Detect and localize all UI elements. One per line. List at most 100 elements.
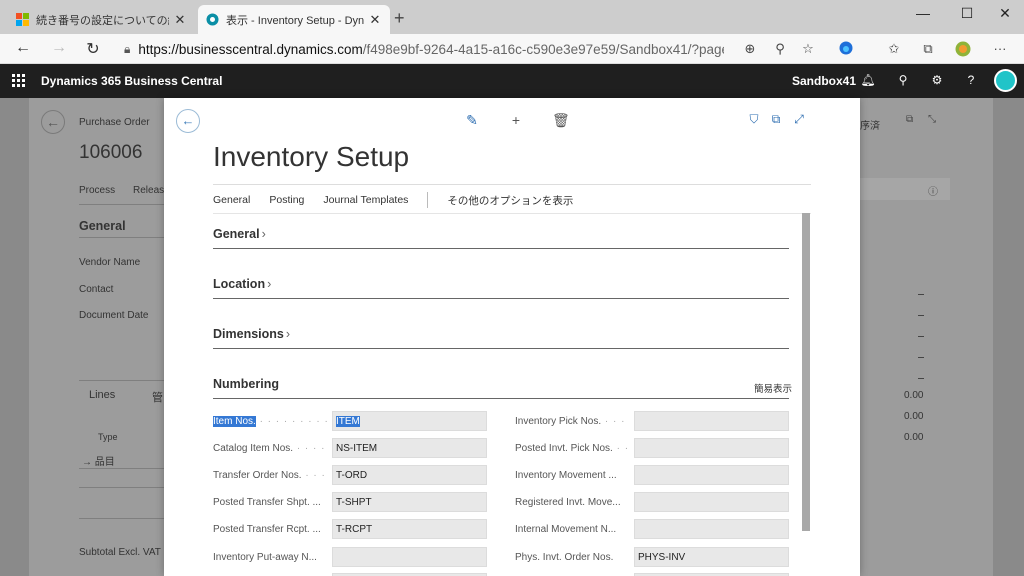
close-icon[interactable]: ✕ xyxy=(368,12,382,28)
section-general[interactable]: General › xyxy=(213,227,789,249)
amount-value: 0.00 xyxy=(904,411,924,422)
chevron-right-icon: › xyxy=(261,227,266,241)
field-label-posted-transfer-shpt: Posted Transfer Shpt. ... xyxy=(213,497,321,508)
section-title: General xyxy=(213,227,260,241)
action-process: Process xyxy=(79,185,116,196)
close-icon[interactable]: ✕ xyxy=(173,12,187,28)
tab-title: 続き番号の設定についての紹介 - Le xyxy=(36,14,169,27)
tab-general[interactable]: General xyxy=(213,194,250,206)
divider xyxy=(79,380,164,381)
favorites-icon[interactable]: ✩ xyxy=(884,41,904,57)
divider xyxy=(79,237,164,238)
minimize-icon[interactable]: — xyxy=(908,5,938,21)
inventory-movement-input[interactable] xyxy=(634,465,789,485)
lock-icon: 🔒︎ xyxy=(124,41,131,56)
field-contact: Contact xyxy=(79,284,114,295)
dash xyxy=(918,315,924,316)
gear-icon[interactable]: ⚙ xyxy=(928,73,946,87)
field-label-inventory-put-away: Inventory Put-away N... xyxy=(213,552,317,563)
expand-icon[interactable]: ⤢ xyxy=(791,112,807,127)
avatar[interactable] xyxy=(994,69,1017,92)
dynamics-favicon-icon xyxy=(206,13,219,26)
bookmark-icon[interactable]: ⛉ xyxy=(746,112,762,127)
transfer-order-nos-input[interactable]: T-ORD xyxy=(332,465,487,485)
browser-tab-1[interactable]: 続き番号の設定についての紹介 - Le ✕ xyxy=(8,5,195,34)
bc-header: Dynamics 365 Business Central Sandbox41 … xyxy=(0,64,1024,98)
internal-movement-input[interactable] xyxy=(634,519,789,539)
divider xyxy=(79,518,164,519)
status-text: 序済 xyxy=(860,121,880,132)
browser-tab-2[interactable]: 表示 - Inventory Setup - Dynami ✕ xyxy=(198,5,390,34)
maximize-icon[interactable]: ☐ xyxy=(952,5,982,22)
app-title: Dynamics 365 Business Central xyxy=(41,74,223,88)
section-location[interactable]: Location › xyxy=(213,277,789,299)
open-new-window-icon: ⧉ xyxy=(906,114,914,125)
forward-icon[interactable]: → xyxy=(48,39,70,57)
section-dimensions[interactable]: Dimensions › xyxy=(213,327,789,349)
collections-icon[interactable]: ⧉ xyxy=(918,41,938,57)
section-title: Location xyxy=(213,277,266,291)
posted-invt-pick-nos-input[interactable] xyxy=(634,438,789,458)
field-label-inventory-movement: Inventory Movement ... xyxy=(515,470,617,481)
tab-separator xyxy=(427,192,429,208)
document-number: 106006 xyxy=(79,142,143,163)
inventory-pick-nos-input[interactable] xyxy=(634,411,789,431)
phys-invt-order-nos-input[interactable]: PHYS-INV xyxy=(634,547,789,567)
section-numbering[interactable]: Numbering xyxy=(213,377,789,399)
back-arrow-icon[interactable]: ← xyxy=(176,109,200,133)
tab-journal-templates[interactable]: Journal Templates xyxy=(323,194,408,206)
back-icon[interactable]: ← xyxy=(12,39,34,57)
collapse-icon: ⤡ xyxy=(928,114,936,125)
general-heading: General xyxy=(79,219,126,233)
chevron-right-icon: › xyxy=(267,277,272,291)
notification-icon[interactable]: 🔔︎ xyxy=(859,73,877,87)
zoom-in-icon[interactable]: ⊕ xyxy=(740,41,760,57)
page-title: Inventory Setup xyxy=(213,141,410,172)
inventory-put-away-input[interactable] xyxy=(332,547,487,567)
posted-transfer-rcpt-input[interactable]: T-RCPT xyxy=(332,519,487,539)
posted-transfer-shpt-input[interactable]: T-SHPT xyxy=(332,492,487,512)
url-host: https://businesscentral.dynamics.com xyxy=(138,41,363,57)
field-label-registered-invt-move: Registered Invt. Move... xyxy=(515,497,621,508)
refresh-icon[interactable]: ↻ xyxy=(82,39,104,59)
field-label-transfer-order-nos: Transfer Order Nos. · · · · xyxy=(213,470,328,481)
favorite-star-icon[interactable]: ☆ xyxy=(798,41,818,57)
dash xyxy=(918,357,924,358)
address-bar[interactable]: 🔒︎ https://businesscentral.dynamics.com /… xyxy=(124,39,724,59)
show-less-toggle[interactable]: 簡易表示 xyxy=(754,381,792,395)
microsoft-logo-icon xyxy=(16,13,29,26)
environment-name: Sandbox41 xyxy=(792,74,857,88)
tab-posting[interactable]: Posting xyxy=(269,194,304,206)
divider xyxy=(79,204,164,205)
section-title: Numbering xyxy=(213,377,279,391)
app-launcher-icon[interactable] xyxy=(12,74,25,87)
search-icon[interactable]: ⚲ xyxy=(894,73,912,87)
window-close-icon[interactable]: ✕ xyxy=(990,5,1020,22)
registered-invt-move-input[interactable] xyxy=(634,492,789,512)
delete-trash-icon[interactable]: 🗑︎ xyxy=(552,112,570,129)
divider xyxy=(79,487,164,488)
divider xyxy=(79,468,164,469)
amount-value: 0.00 xyxy=(904,390,924,401)
divider xyxy=(213,213,811,214)
new-tab-icon[interactable]: + xyxy=(394,8,405,29)
back-arrow-icon: ← xyxy=(41,110,65,134)
profile-icon[interactable] xyxy=(953,41,973,60)
add-icon[interactable]: + xyxy=(508,112,524,128)
help-icon[interactable]: ? xyxy=(962,73,980,87)
more-options-button[interactable]: その他のオプションを表示 xyxy=(447,193,573,208)
open-new-window-icon[interactable]: ⧉ xyxy=(768,112,784,127)
lines-tab: Lines xyxy=(89,389,116,401)
item-nos-input[interactable]: ITEM xyxy=(332,411,487,431)
edit-pencil-icon[interactable]: ✎ xyxy=(464,112,480,129)
zoom-out-icon[interactable]: ⚲ xyxy=(770,41,790,57)
amount-value: 0.00 xyxy=(904,432,924,443)
catalog-item-nos-input[interactable]: NS-ITEM xyxy=(332,438,487,458)
field-label-inventory-pick-nos: Inventory Pick Nos. · · · · xyxy=(515,416,630,427)
lines-tab-2: 管 xyxy=(152,392,163,404)
field-document-date: Document Date xyxy=(79,310,149,321)
edge-icon[interactable] xyxy=(836,41,856,58)
more-icon[interactable]: ··· xyxy=(990,41,1010,56)
info-icon: ⓘ xyxy=(928,187,938,198)
scrollbar[interactable] xyxy=(802,213,810,531)
